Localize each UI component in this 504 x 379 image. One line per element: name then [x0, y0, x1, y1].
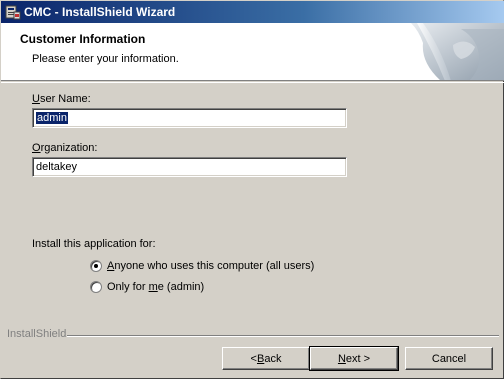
user-name-value: admin [36, 112, 68, 124]
cancel-button[interactable]: Cancel [405, 347, 493, 370]
user-name-field[interactable]: admin [32, 108, 347, 128]
organization-label-accelerator: O [32, 142, 41, 154]
organization-label-text: rganization: [40, 142, 98, 154]
installshield-brand: InstallShield [7, 328, 67, 340]
page-subtitle: Please enter your information. [32, 53, 179, 65]
window-title: CMC - InstallShield Wizard [24, 5, 176, 19]
radio-all-users-indicator[interactable] [90, 260, 102, 272]
next-button-suffix: ext > [345, 352, 371, 365]
user-name-label-text: ser Name: [39, 93, 91, 105]
back-button-suffix: ack [264, 352, 282, 365]
radio-only-me-label: Only for me (admin) [107, 281, 204, 293]
next-button[interactable]: Next > [309, 346, 399, 371]
header-banner: Customer Information Please enter your i… [1, 23, 504, 81]
title-bar[interactable]: CMC - InstallShield Wizard [1, 1, 504, 23]
radio-all-users[interactable]: Anyone who uses this computer (all users… [90, 260, 314, 272]
radio-only-me-prefix: Only for [107, 281, 149, 293]
footer-separator [67, 335, 499, 337]
radio-all-users-label: Anyone who uses this computer (all users… [107, 260, 314, 272]
radio-only-me-suffix: e (admin) [157, 281, 205, 293]
organization-label: Organization: [32, 142, 97, 154]
next-button-accelerator: N [337, 352, 346, 365]
page-title: Customer Information [20, 32, 146, 46]
back-button[interactable]: < Back [222, 347, 310, 370]
radio-only-me[interactable]: Only for me (admin) [90, 281, 204, 293]
banner-divider [1, 82, 504, 83]
radio-only-me-accelerator: m [148, 281, 158, 293]
radio-all-users-suffix: nyone who uses this computer (all users) [114, 260, 315, 272]
banner-decoration-icon [411, 23, 504, 80]
back-button-accelerator: B [256, 352, 265, 365]
organization-field[interactable]: deltakey [32, 157, 347, 177]
radio-only-me-indicator[interactable] [90, 281, 102, 293]
installer-app-icon [5, 5, 21, 20]
installer-window: CMC - InstallShield Wizard Customer Info… [0, 0, 504, 379]
organization-value: deltakey [36, 161, 77, 173]
user-name-label-accelerator: U [32, 93, 40, 105]
user-name-label: User Name: [32, 93, 91, 105]
install-for-label: Install this application for: [32, 238, 156, 250]
